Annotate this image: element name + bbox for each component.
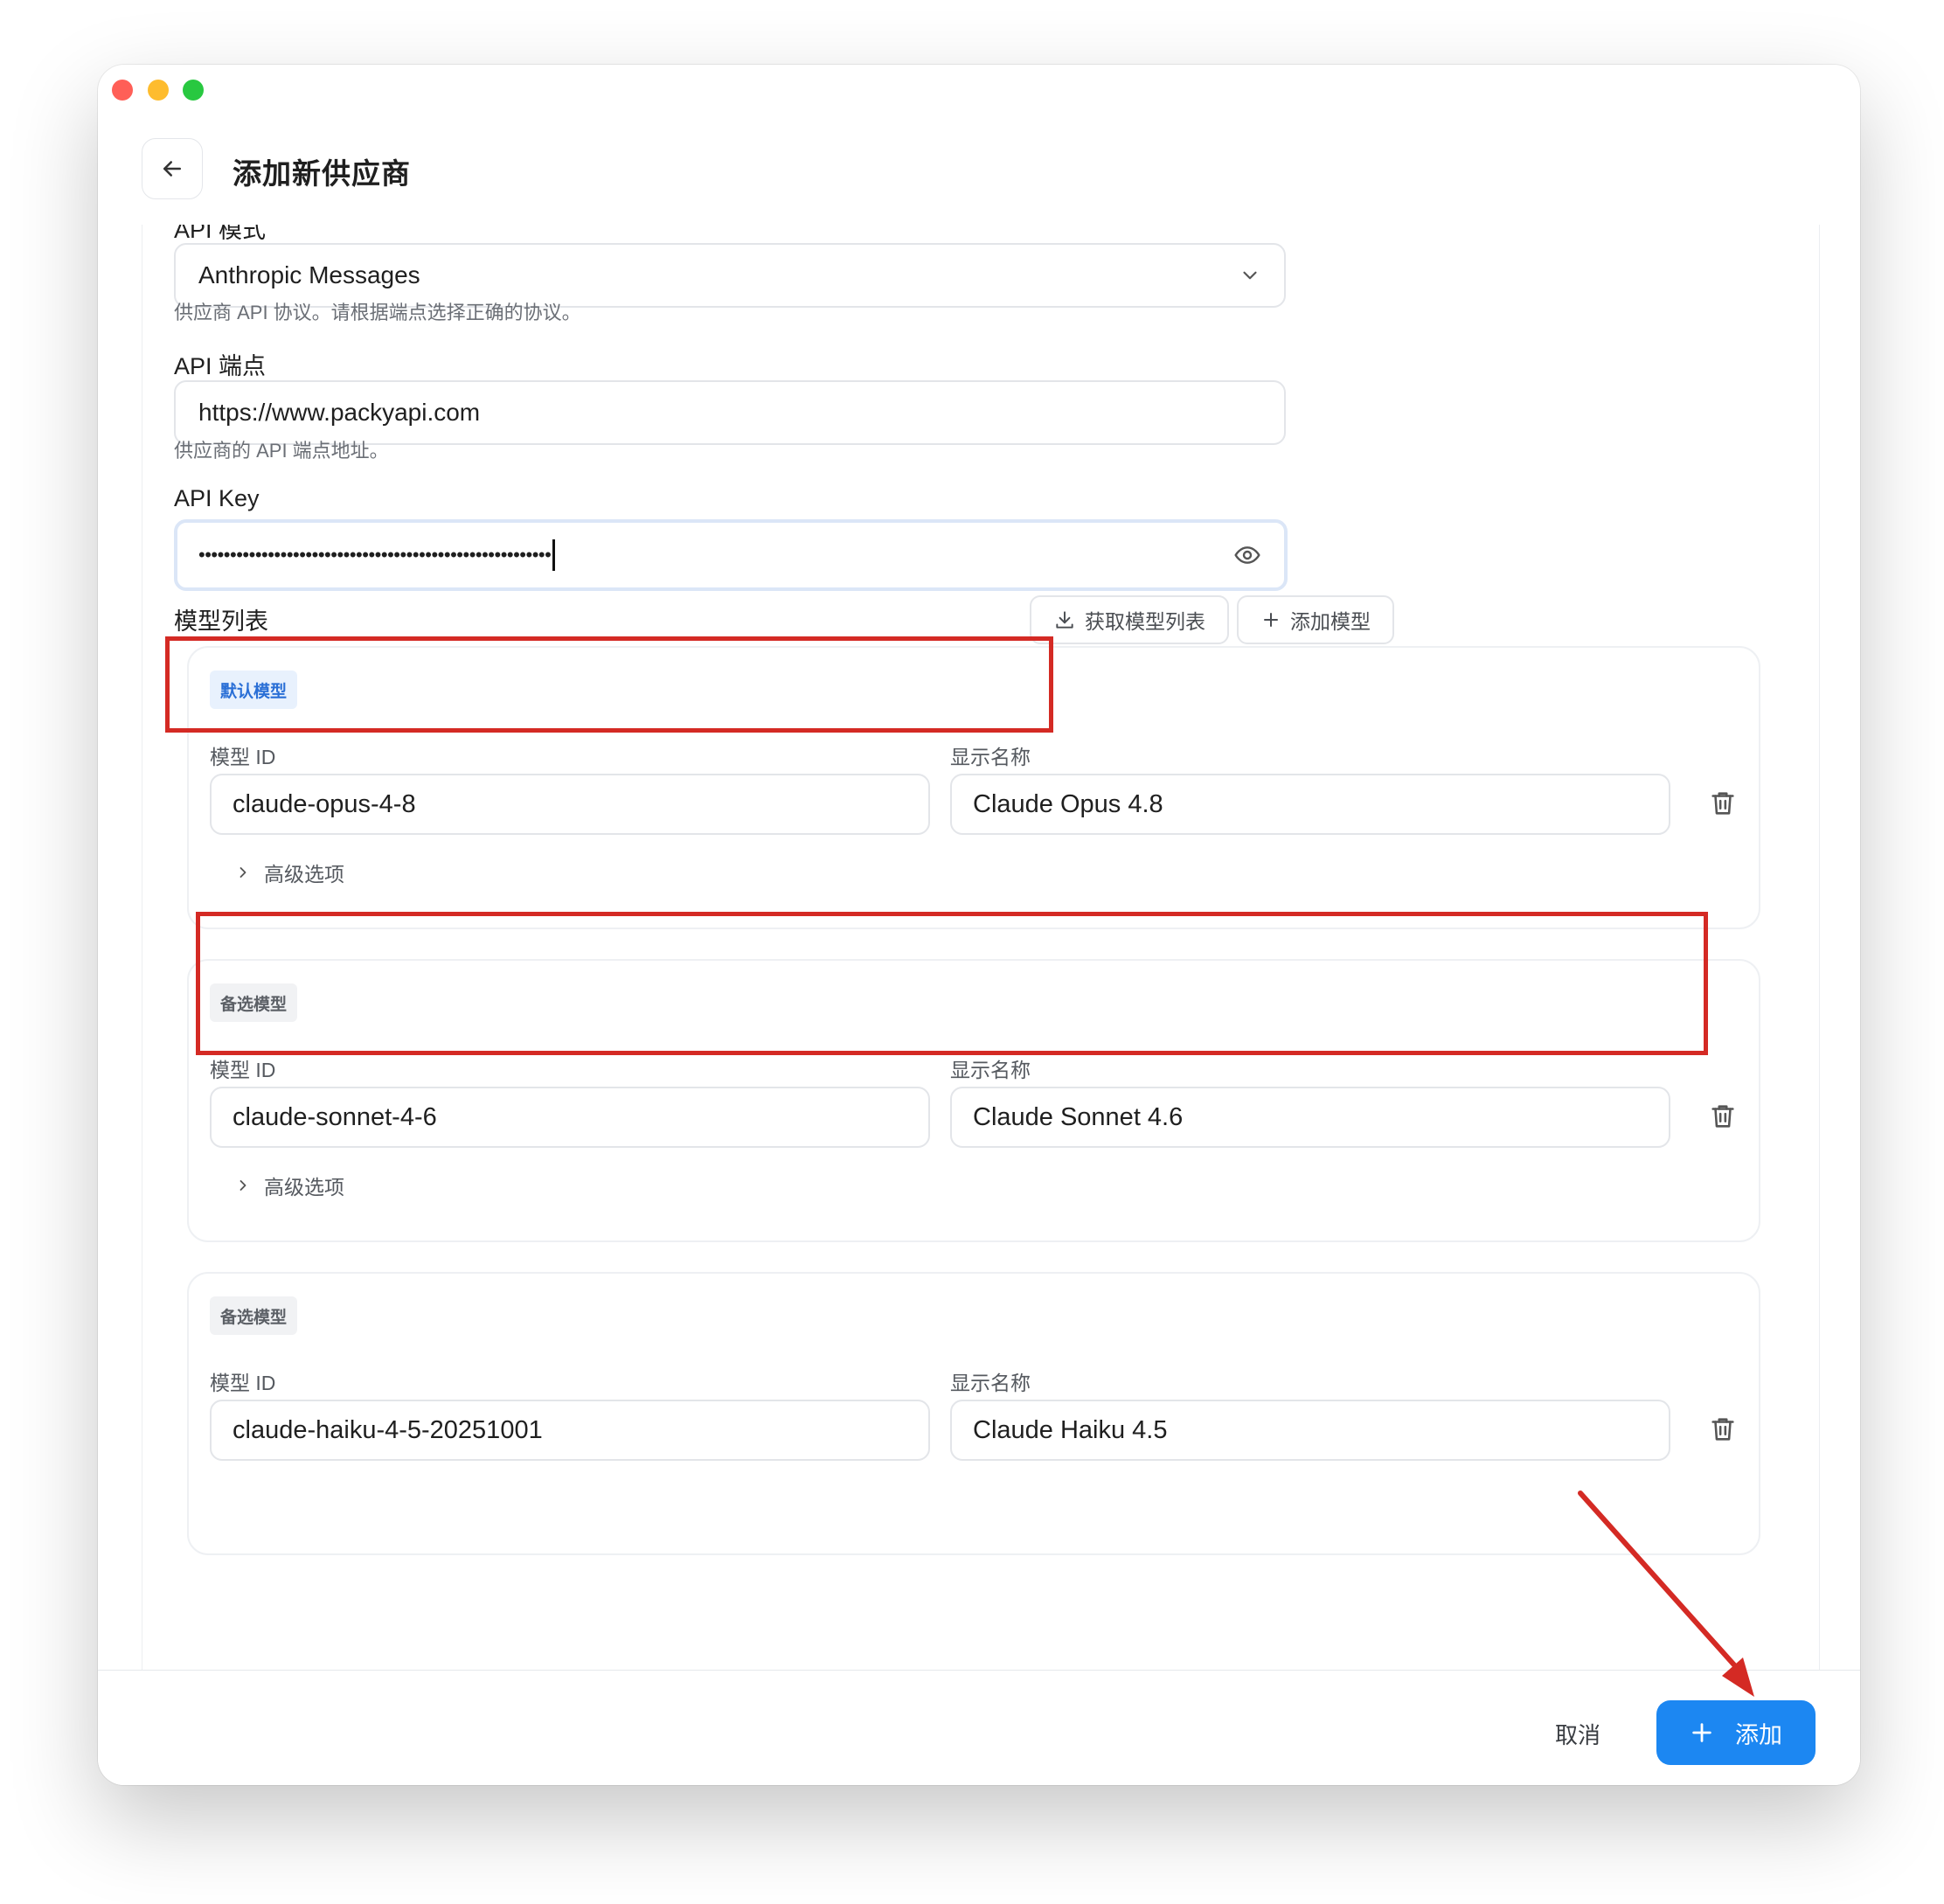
endpoint-label: API 端点 [174, 353, 267, 379]
display-name-input[interactable]: Claude Opus 4.8 [950, 774, 1670, 835]
add-model-label: 添加模型 [1290, 610, 1371, 633]
text-cursor [552, 539, 556, 571]
model-id-value: claude-haiku-4-5-20251001 [233, 1415, 543, 1444]
api-mode-value: Anthropic Messages [198, 261, 420, 288]
model-id-value: claude-sonnet-4-6 [233, 1102, 437, 1131]
display-name-label: 显示名称 [950, 746, 1031, 768]
model-id-label: 模型 ID [210, 1059, 276, 1081]
back-button[interactable] [142, 138, 203, 199]
chevron-right-icon [240, 1180, 246, 1191]
endpoint-value: https://www.packyapi.com [198, 399, 481, 426]
chevron-right-icon [240, 867, 246, 878]
download-icon [1056, 611, 1073, 629]
display-name-label: 显示名称 [950, 1372, 1031, 1394]
advanced-options-label: 高级选项 [264, 1176, 344, 1199]
trash-icon[interactable] [1708, 1101, 1738, 1131]
model-card: 备选模型 模型 ID 显示名称 claude-sonnet-4-6 Claude… [187, 959, 1760, 1242]
model-badge: 默认模型 [210, 671, 298, 709]
advanced-options-toggle[interactable]: 高级选项 [234, 858, 344, 887]
advanced-options-toggle[interactable]: 高级选项 [234, 1171, 344, 1200]
plus-icon [1264, 613, 1278, 627]
chevron-down-icon [1243, 271, 1257, 280]
trash-icon[interactable] [1708, 789, 1738, 818]
plus-icon [1692, 1723, 1711, 1742]
display-name-input[interactable]: Claude Haiku 4.5 [950, 1400, 1670, 1461]
display-name-label: 显示名称 [950, 1059, 1031, 1081]
model-id-input[interactable]: claude-haiku-4-5-20251001 [210, 1400, 930, 1461]
eye-icon[interactable] [1233, 541, 1261, 569]
api-mode-hint: 供应商 API 协议。请根据端点选择正确的协议。 [174, 302, 581, 323]
trash-icon[interactable] [1708, 1414, 1738, 1444]
page-title: 添加新供应商 [233, 157, 411, 190]
arrow-left-icon [163, 161, 181, 177]
app-window: 添加新供应商 API 模式 Anthropic Messages 供应商 API… [98, 65, 1860, 1785]
model-badge: 备选模型 [210, 1296, 298, 1335]
model-id-label: 模型 ID [210, 746, 276, 768]
endpoint-hint: 供应商的 API 端点地址。 [174, 440, 389, 462]
add-button-label: 添加 [1735, 1721, 1782, 1748]
add-button[interactable]: 添加 [1656, 1700, 1816, 1765]
zoom-window-button[interactable] [183, 80, 204, 101]
model-id-value: claude-opus-4-8 [233, 789, 416, 818]
advanced-options-label: 高级选项 [264, 863, 344, 886]
model-card: 备选模型 模型 ID 显示名称 claude-haiku-4-5-2025100… [187, 1272, 1760, 1555]
model-badge: 备选模型 [210, 983, 298, 1022]
add-model-button[interactable]: 添加模型 [1237, 595, 1394, 644]
cancel-button[interactable]: 取消 [1528, 1702, 1628, 1765]
display-name-input[interactable]: Claude Sonnet 4.6 [950, 1087, 1670, 1148]
model-list-label: 模型列表 [174, 608, 268, 635]
close-window-button[interactable] [112, 80, 133, 101]
api-mode-label: API 模式 [174, 225, 267, 243]
minimize-window-button[interactable] [148, 80, 169, 101]
dialog-footer: 取消 添加 [98, 1670, 1860, 1785]
form-scroll-area[interactable]: API 模式 Anthropic Messages 供应商 API 协议。请根据… [142, 225, 1820, 1670]
display-name-value: Claude Sonnet 4.6 [973, 1102, 1184, 1131]
model-id-input[interactable]: claude-opus-4-8 [210, 774, 930, 835]
display-name-value: Claude Haiku 4.5 [973, 1415, 1168, 1444]
api-key-masked-value: ••••••••••••••••••••••••••••••••••••••••… [198, 544, 552, 566]
api-key-label: API Key [174, 485, 260, 511]
fetch-models-button[interactable]: 获取模型列表 [1030, 595, 1229, 644]
api-key-input[interactable]: ••••••••••••••••••••••••••••••••••••••••… [174, 519, 1288, 591]
model-id-input[interactable]: claude-sonnet-4-6 [210, 1087, 930, 1148]
display-name-value: Claude Opus 4.8 [973, 789, 1163, 818]
model-card: 默认模型 模型 ID 显示名称 claude-opus-4-8 Claude O… [187, 646, 1760, 929]
model-id-label: 模型 ID [210, 1372, 276, 1394]
fetch-models-label: 获取模型列表 [1085, 610, 1205, 633]
